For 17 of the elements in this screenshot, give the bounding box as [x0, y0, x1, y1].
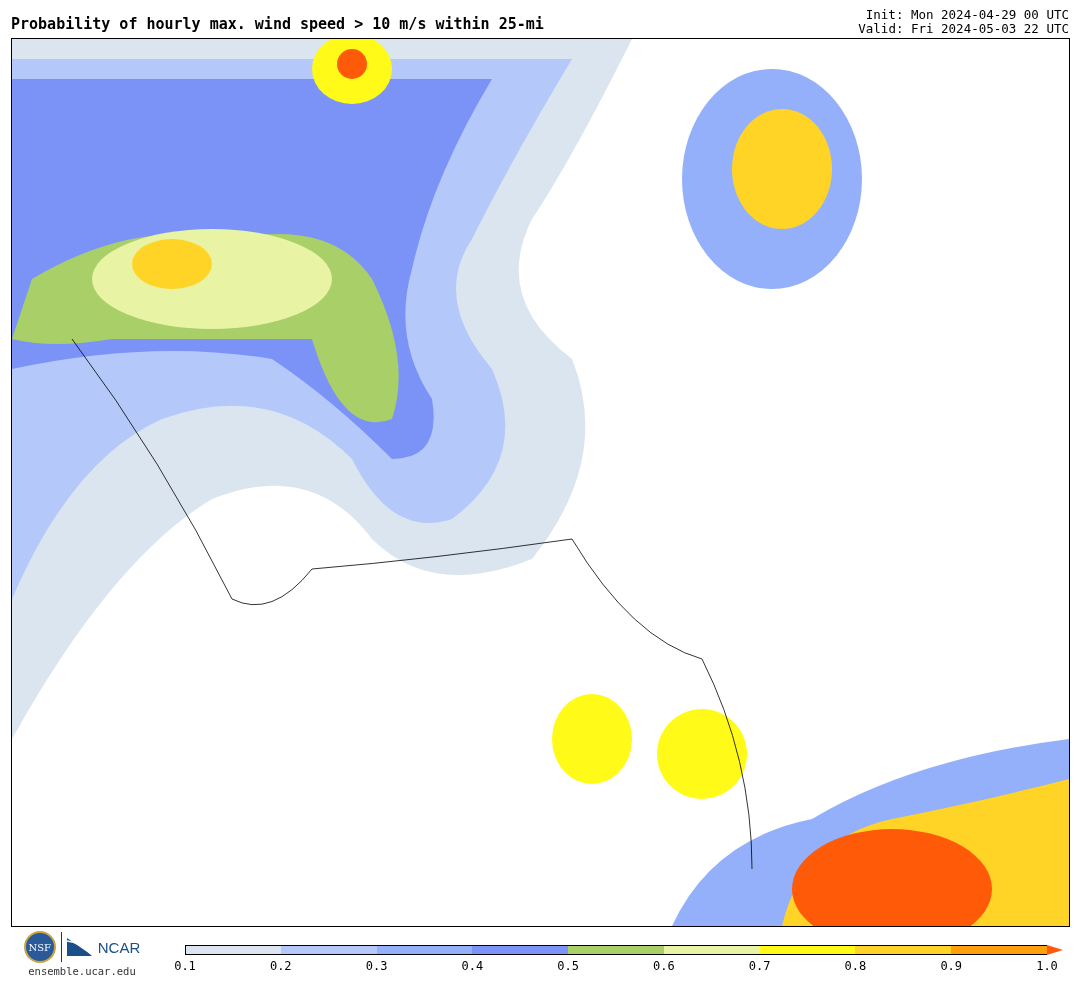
- colorbar-tick-label: 0.8: [844, 959, 867, 973]
- init-time: Init: Mon 2024-04-29 00 UTC: [865, 8, 1069, 22]
- colorbar-tick-label: 0.5: [557, 959, 579, 973]
- colorbar-tick-label: 1.0: [1036, 959, 1058, 973]
- colorbar-tick-label: 0.6: [653, 959, 675, 973]
- colorbar-tick-label: 0.9: [940, 959, 963, 973]
- colorbar-tick-label: 0.3: [365, 959, 388, 973]
- colorbar-tick-label: 0.4: [461, 959, 484, 973]
- colorbar-tick-label: 0.1: [174, 959, 196, 973]
- valid-time: Valid: Fri 2024-05-03 22 UTC: [858, 22, 1069, 36]
- nsf-logo: NSF: [23, 931, 56, 963]
- plot-title: Probability of hourly max. wind speed > 10 m/s within 25-mi: [11, 15, 544, 35]
- colorbar-tick-label: 0.2: [269, 959, 292, 973]
- colorbar-tick-label: 0.7: [748, 959, 771, 973]
- ncar-logo-icon: [66, 938, 93, 956]
- site-address: ensemble.ucar.edu: [28, 965, 136, 977]
- ncar-logo: NCAR: [97, 938, 141, 956]
